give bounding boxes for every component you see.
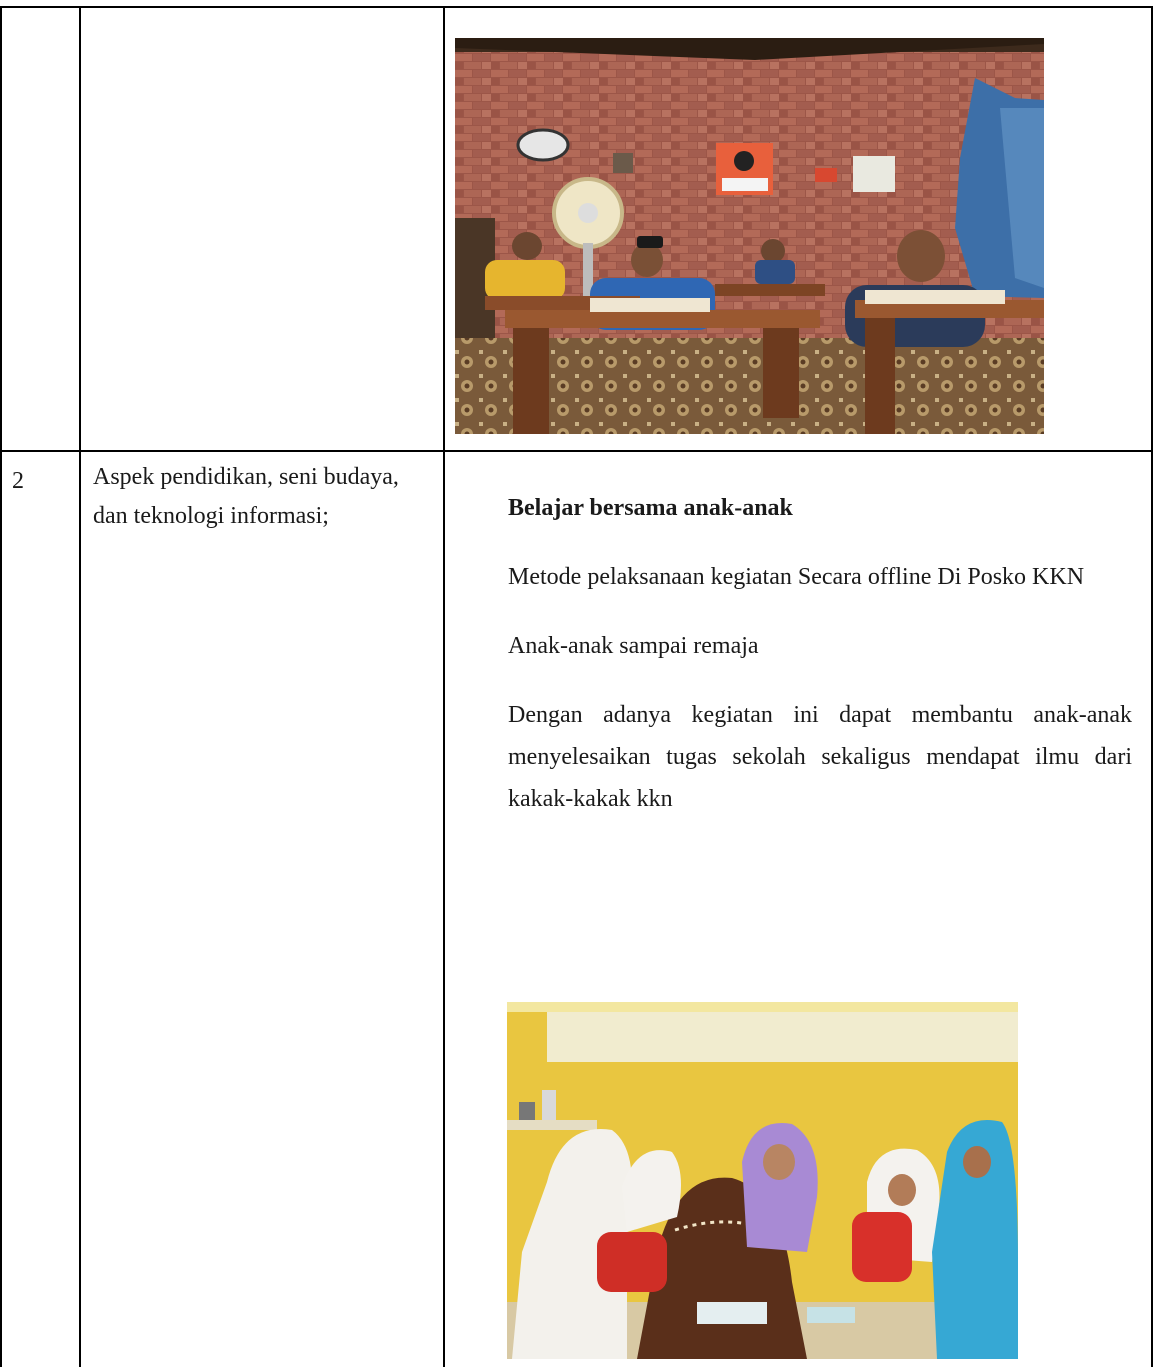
activity-outcome: Dengan adanya kegiatan ini dapat membant… [508, 702, 1132, 812]
aspect-text: Aspek pendidikan, seni budaya, dan tekno… [93, 464, 399, 529]
table-border-left [0, 6, 2, 1367]
table-border-top [0, 6, 1153, 8]
table-row-divider [0, 450, 1153, 452]
activity-description: Belajar bersama anak-anak Metode pelaksa… [508, 488, 1132, 847]
activity-target: Anak-anak sampai remaja [508, 633, 759, 659]
table-column-divider-2 [443, 6, 445, 1367]
activity-title: Belajar bersama anak-anak [508, 495, 793, 521]
photo-children-studying-together [507, 1002, 1018, 1359]
activity-method: Metode pelaksanaan kegiatan Secara offli… [508, 564, 1085, 590]
row-number: 2 [12, 468, 24, 494]
photo-classroom-quran-study [455, 38, 1044, 434]
table-column-divider-1 [79, 6, 81, 1367]
